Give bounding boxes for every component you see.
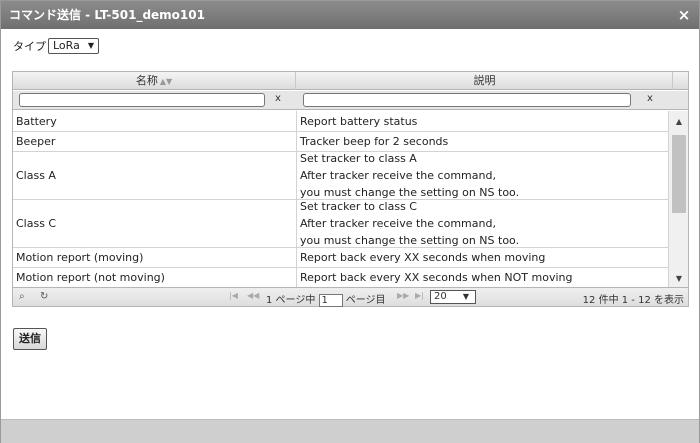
row-description-line: Tracker beep for 2 seconds [300,135,449,148]
row-name: Class C [13,200,297,247]
clear-description-filter-icon[interactable]: x [647,93,653,104]
row-name: Beeper [13,132,297,151]
page-prefix: 1 ページ中 [266,295,316,306]
record-count: 12 件中 1 - 12 を表示 [582,295,684,306]
row-description-line: you must change the setting on NS too. [300,234,520,247]
row-name: Motion report (moving) [13,248,297,267]
command-grid: 名称 ▲▼ 説明 x x Battery Report battery statu… [12,71,689,307]
dialog-titlebar: コマンド送信 - LT-501_demo101 × [1,1,699,29]
type-select[interactable]: LoRa ▼ [48,38,99,54]
table-row[interactable]: Beeper Tracker beep for 2 seconds [13,132,668,152]
row-description: Set tracker to class C After tracker rec… [297,200,668,247]
grid-body: Battery Report battery status Beeper Tra… [13,111,668,287]
next-page-icon[interactable]: ▶▶ [397,291,409,300]
row-description-line: After tracker receive the command, [300,169,496,182]
name-filter-input[interactable] [19,93,265,107]
row-description: Report back every XX seconds when NOT mo… [297,268,668,287]
table-row[interactable]: Class A Set tracker to class A After tra… [13,152,668,200]
type-row: タイプ LoRa ▼ [13,37,99,55]
filter-row: x x [13,91,688,110]
refresh-icon[interactable]: ↻ [40,291,48,302]
description-filter-input[interactable] [303,93,631,107]
row-description-line: Set tracker to class C [300,200,417,213]
column-header-description[interactable]: 説明 [297,72,673,90]
dialog: コマンド送信 - LT-501_demo101 × タイプ LoRa ▼ 名称 ▲… [0,0,700,443]
prev-page-icon[interactable]: ◀◀ [247,291,259,300]
grid-pager: ⌕ ↻ |◀ ◀◀ 1 ページ中 1 ページ目 ▶▶ ▶| 20 ▼ 12 件中… [13,287,688,307]
row-description: Tracker beep for 2 seconds [297,132,668,151]
page-number-input[interactable]: 1 [318,293,343,307]
row-name: Motion report (not moving) [13,268,297,287]
page-suffix: ページ目 [345,295,386,306]
dialog-title: コマンド送信 - LT-501_demo101 [9,8,205,22]
scroll-thumb[interactable] [672,135,686,213]
column-header-name-label: 名称 [135,74,158,87]
row-description-line: After tracker receive the command, [300,217,496,230]
scroll-down-icon[interactable]: ▼ [673,274,685,283]
row-description-line: Report back every XX seconds when moving [300,251,546,264]
column-header-description-label: 説明 [473,74,496,87]
row-description-line: Report battery status [300,114,418,128]
table-row[interactable]: Battery Report battery status [13,111,668,132]
row-description: Report back every XX seconds when moving [297,248,668,267]
chevron-down-icon: ▼ [87,41,94,50]
row-description-line: Report back every XX seconds when NOT mo… [300,271,573,284]
grid-header: 名称 ▲▼ 説明 [13,72,688,90]
page-indicator: 1 ページ中 1 ページ目 [266,291,386,307]
chevron-down-icon: ▼ [462,292,469,301]
type-label: タイプ [13,40,46,53]
column-header-name[interactable]: 名称 ▲▼ [13,72,296,90]
row-name: Class A [13,152,297,199]
page-size-value: 20 [434,291,447,302]
last-page-icon[interactable]: ▶| [415,291,424,300]
row-description-line: Set tracker to class A [300,152,417,165]
scroll-up-icon[interactable]: ▲ [673,117,685,126]
first-page-icon[interactable]: |◀ [229,291,238,300]
table-row[interactable]: Motion report (not moving) Report back e… [13,268,668,287]
table-row[interactable]: Class C Set tracker to class C After tra… [13,200,668,248]
page-size-select[interactable]: 20 ▼ [430,290,476,304]
dialog-footer [1,419,699,443]
row-description: Report battery status [297,111,668,131]
vertical-scrollbar[interactable]: ▲ ▼ [668,111,688,287]
row-name: Battery [13,111,297,131]
table-row[interactable]: Motion report (moving) Report back every… [13,248,668,268]
type-select-value: LoRa [53,39,80,52]
search-icon[interactable]: ⌕ [19,291,25,302]
send-button[interactable]: 送信 [13,328,47,350]
sort-icon: ▲▼ [159,77,173,86]
clear-name-filter-icon[interactable]: x [275,93,281,104]
row-description: Set tracker to class A After tracker rec… [297,152,668,199]
close-icon[interactable]: × [677,8,691,23]
